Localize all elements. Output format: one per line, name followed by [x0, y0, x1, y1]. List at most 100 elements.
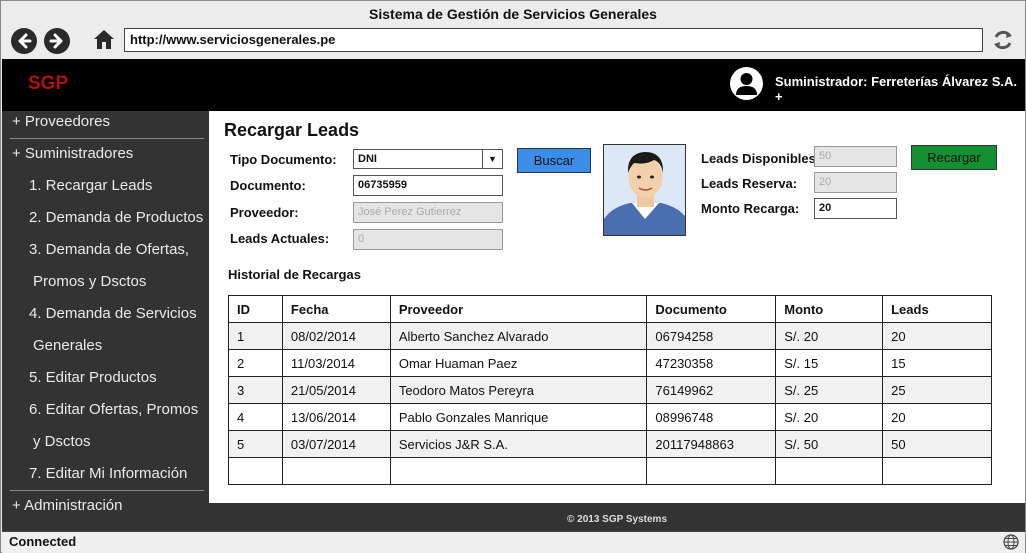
leads-reserva-label: Leads Reserva: [701, 176, 798, 191]
sidebar-divider [10, 138, 204, 139]
cell-monto: S/. 50 [775, 430, 884, 458]
cell-leads [882, 457, 992, 485]
refresh-icon[interactable] [990, 27, 1016, 53]
cell-proveedor: Teodoro Matos Pereyra [389, 376, 648, 404]
sidebar-divider [10, 490, 204, 491]
buscar-button[interactable]: Buscar [517, 148, 591, 173]
table-row[interactable]: 4 13/06/2014 Pablo Gonzales Manrique 089… [228, 403, 992, 431]
column-header[interactable]: ID [228, 295, 283, 323]
tipo-documento-select[interactable]: DNI ▼ [353, 149, 503, 169]
cell-fecha: 03/07/2014 [281, 430, 391, 458]
cell-proveedor: Servicios J&R S.A. [389, 430, 648, 458]
cell-documento [646, 457, 777, 485]
column-header[interactable]: Fecha [281, 295, 391, 323]
sidebar-item-editar-ofertas[interactable]: 6. Editar Ofertas, Promos [29, 401, 198, 418]
tipo-documento-value: DNI [358, 153, 377, 165]
sidebar-item-demanda-productos[interactable]: 2. Demanda de Productos [29, 209, 203, 226]
cell-monto: S/. 15 [775, 349, 884, 377]
table-header-row: ID Fecha Proveedor Documento Monto Leads [228, 295, 992, 323]
table-row[interactable]: 5 03/07/2014 Servicios J&R S.A. 20117948… [228, 430, 992, 458]
page-title: Recargar Leads [224, 120, 360, 140]
user-menu[interactable]: Suministrador: Ferreterías Álvarez S.A. … [775, 74, 1025, 104]
column-header[interactable]: Proveedor [389, 295, 648, 323]
main-content: Recargar Leads Tipo Documento: DNI ▼ Bus… [209, 111, 1025, 503]
cell-proveedor [389, 457, 648, 485]
sidebar-item-administracion[interactable]: + Administración [12, 497, 122, 514]
cell-documento: 20117948863 [646, 430, 777, 458]
cell-leads: 15 [882, 349, 992, 377]
sidebar-item-demanda-servicios[interactable]: 4. Demanda de Servicios [29, 305, 197, 322]
cell-id: 2 [228, 349, 283, 377]
cell-fecha [281, 457, 391, 485]
monto-recarga-input[interactable]: 20 [814, 198, 897, 219]
chevron-down-icon: ▼ [482, 150, 502, 168]
sidebar-item-recargar-leads[interactable]: 1. Recargar Leads [29, 177, 152, 194]
provider-photo [603, 144, 686, 236]
leads-disponibles-field: 50 [814, 146, 897, 167]
cell-leads: 20 [882, 322, 992, 350]
back-icon[interactable] [11, 28, 37, 54]
forward-icon[interactable] [44, 28, 70, 54]
window-title: Sistema de Gestión de Servicios Generale… [369, 6, 657, 22]
cell-leads: 25 [882, 376, 992, 404]
column-header[interactable]: Leads [882, 295, 992, 323]
sidebar-item-editar-informacion[interactable]: 7. Editar Mi Información [29, 465, 187, 482]
cell-id: 3 [228, 376, 283, 404]
brand-logo[interactable]: SGP [28, 73, 68, 95]
cell-proveedor: Omar Huaman Paez [389, 349, 648, 377]
sidebar-item-editar-productos[interactable]: 5. Editar Productos [29, 369, 157, 386]
browser-window: Sistema de Gestión de Servicios Generale… [0, 0, 1026, 553]
table-row[interactable]: 3 21/05/2014 Teodoro Matos Pereyra 76149… [228, 376, 992, 404]
cell-fecha: 11/03/2014 [281, 349, 391, 377]
cell-monto: S/. 20 [775, 403, 884, 431]
leads-actuales-field: 0 [353, 229, 503, 250]
sidebar-item-demanda-ofertas[interactable]: 3. Demanda de Ofertas, [29, 241, 189, 258]
table-row[interactable]: 1 08/02/2014 Alberto Sanchez Alvarado 06… [228, 322, 992, 350]
table-row[interactable]: 2 11/03/2014 Omar Huaman Paez 47230358 S… [228, 349, 992, 377]
cell-documento: 47230358 [646, 349, 777, 377]
cell-documento: 08996748 [646, 403, 777, 431]
sidebar-item-demanda-servicios-cont[interactable]: Generales [33, 337, 102, 354]
history-table: ID Fecha Proveedor Documento Monto Leads… [228, 295, 992, 485]
cell-id: 5 [228, 430, 283, 458]
home-icon[interactable] [92, 27, 116, 51]
sidebar-item-proveedores[interactable]: + Proveedores [12, 113, 110, 130]
sidebar-item-demanda-ofertas-cont[interactable]: Promos y Dsctos [33, 273, 146, 290]
tipo-documento-label: Tipo Documento: [230, 152, 337, 167]
cell-id [228, 457, 283, 485]
cell-leads: 20 [882, 403, 992, 431]
history-title: Historial de Recargas [228, 267, 361, 282]
user-avatar-icon[interactable] [730, 67, 763, 100]
cell-leads: 50 [882, 430, 992, 458]
browser-toolbar: http://www.serviciosgenerales.pe [1, 25, 1025, 59]
monto-recarga-label: Monto Recarga: [701, 201, 800, 216]
sidebar-item-editar-ofertas-cont[interactable]: y Dsctos [33, 433, 91, 450]
cell-id: 4 [228, 403, 283, 431]
status-bar: Connected [2, 531, 1025, 553]
site-header: SGP Suministrador: Ferreterías Álvarez S… [2, 59, 1025, 111]
globe-icon [1003, 534, 1019, 550]
leads-reserva-field: 20 [814, 172, 897, 193]
cell-id: 1 [228, 322, 283, 350]
proveedor-field: José Perez Gutierrez [353, 202, 503, 223]
cell-fecha: 08/02/2014 [281, 322, 391, 350]
proveedor-label: Proveedor: [230, 205, 299, 220]
site-footer: © 2013 SGP Systems [209, 503, 1025, 531]
status-text: Connected [9, 534, 77, 549]
url-input[interactable]: http://www.serviciosgenerales.pe [124, 28, 983, 52]
column-header[interactable]: Monto [775, 295, 884, 323]
cell-fecha: 13/06/2014 [281, 403, 391, 431]
documento-input[interactable]: 06735959 [353, 175, 503, 196]
column-header[interactable]: Documento [646, 295, 777, 323]
cell-proveedor: Alberto Sanchez Alvarado [389, 322, 648, 350]
cell-monto: S/. 20 [775, 322, 884, 350]
cell-proveedor: Pablo Gonzales Manrique [389, 403, 648, 431]
cell-documento: 06794258 [646, 322, 777, 350]
table-row-empty[interactable] [228, 457, 992, 485]
sidebar-item-suministradores[interactable]: + Suministradores [12, 145, 133, 162]
recargar-button[interactable]: Recargar [911, 145, 997, 170]
cell-monto [775, 457, 884, 485]
cell-fecha: 21/05/2014 [281, 376, 391, 404]
leads-disponibles-label: Leads Disponibles: [701, 151, 821, 166]
cell-documento: 76149962 [646, 376, 777, 404]
